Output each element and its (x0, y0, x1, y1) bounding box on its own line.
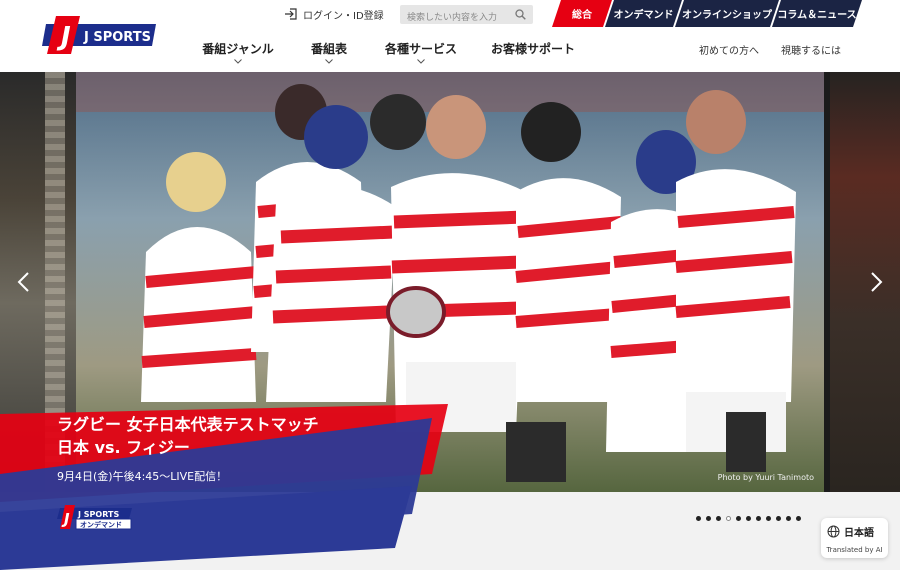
carousel-dot[interactable] (786, 516, 791, 521)
nav-schedule[interactable]: 番組表 (290, 40, 368, 64)
hero-headline[interactable]: ラグビー 女子日本代表テストマッチ 日本 vs. フィジー (57, 413, 319, 459)
carousel-dots (696, 516, 801, 521)
nav-services[interactable]: 各種サービス (368, 40, 474, 64)
login-icon (285, 8, 297, 20)
od-logo-wordmark: J SPORTS (77, 510, 119, 519)
carousel-dot[interactable] (756, 516, 761, 521)
how-to-watch-link[interactable]: 視聴するには (781, 42, 841, 57)
tab-ondemand-label: オンデマンド (613, 10, 674, 21)
nav-support-label: お客様サポート (490, 42, 575, 56)
tab-online-shop-label: オンラインショップ (682, 10, 772, 21)
tab-ondemand[interactable]: オンデマンド (605, 0, 682, 27)
carousel-dot[interactable] (716, 516, 721, 521)
chevron-left-icon[interactable] (12, 270, 36, 294)
site-tabs: 総合 オンデマンド オンラインショップ コラム＆ニュース (552, 0, 855, 27)
chevron-down-icon (234, 59, 242, 64)
carousel-dot-active[interactable] (726, 516, 731, 521)
beginners-link[interactable]: 初めての方へ (699, 42, 759, 57)
carousel-dot[interactable] (736, 516, 741, 521)
search-input[interactable] (400, 8, 508, 28)
language-selector[interactable]: 日本語 (827, 524, 874, 539)
translate-widget[interactable]: 日本語 Translated by AI (821, 518, 888, 558)
chevron-right-icon[interactable] (864, 270, 888, 294)
jsports-logo[interactable]: J J SPORTS (40, 14, 156, 54)
search-icon[interactable] (515, 9, 526, 20)
chevron-down-icon (325, 59, 333, 64)
hero-broadcast-time: 9月4日(金)午後4:45～LIVE配信！ (57, 470, 228, 483)
nav-program-genre-label: 番組ジャンル (202, 42, 274, 56)
main-nav: 番組ジャンル 番組表 各種サービス お客様サポート (186, 40, 592, 64)
language-label: 日本語 (844, 528, 874, 539)
tab-column-news[interactable]: コラム＆ニュース (772, 0, 862, 27)
search-box (400, 5, 533, 28)
carousel-dot[interactable] (766, 516, 771, 521)
nav-program-genre[interactable]: 番組ジャンル (186, 40, 290, 64)
globe-icon (827, 525, 840, 538)
login-label: ログイン・ID登録 (303, 10, 384, 22)
carousel-dot[interactable] (796, 516, 801, 521)
carousel-dot[interactable] (706, 516, 711, 521)
carousel-dot[interactable] (746, 516, 751, 521)
nav-support[interactable]: お客様サポート (474, 40, 592, 60)
translated-by-ai-caption: Translated by AI (826, 546, 883, 554)
jsports-ondemand-logo: J J SPORTS オンデマンド (57, 505, 132, 530)
od-logo-service: オンデマンド (80, 520, 122, 529)
carousel-dot[interactable] (776, 516, 781, 521)
nav-services-label: 各種サービス (384, 42, 457, 56)
photo-credit: Photo by Yuuri Tanimoto (717, 473, 814, 482)
tab-column-news-label: コラム＆ニュース (777, 10, 857, 21)
logo-wordmark: J SPORTS (83, 30, 151, 45)
hero-headline-line2: 日本 vs. フィジー (57, 438, 190, 457)
site-header: J J SPORTS ログイン・ID登録 総合 オンデマンド オンラインショップ… (0, 0, 900, 72)
tab-general[interactable]: 総合 (552, 0, 612, 27)
tab-general-label: 総合 (572, 10, 592, 21)
tab-online-shop[interactable]: オンラインショップ (675, 0, 779, 27)
login-link[interactable]: ログイン・ID登録 (284, 0, 394, 28)
chevron-down-icon (417, 59, 425, 64)
hero-headline-line1: ラグビー 女子日本代表テストマッチ (57, 415, 319, 434)
carousel-dot[interactable] (696, 516, 701, 521)
header-sublinks: 初めての方へ 視聴するには (699, 42, 841, 57)
nav-schedule-label: 番組表 (310, 42, 347, 56)
